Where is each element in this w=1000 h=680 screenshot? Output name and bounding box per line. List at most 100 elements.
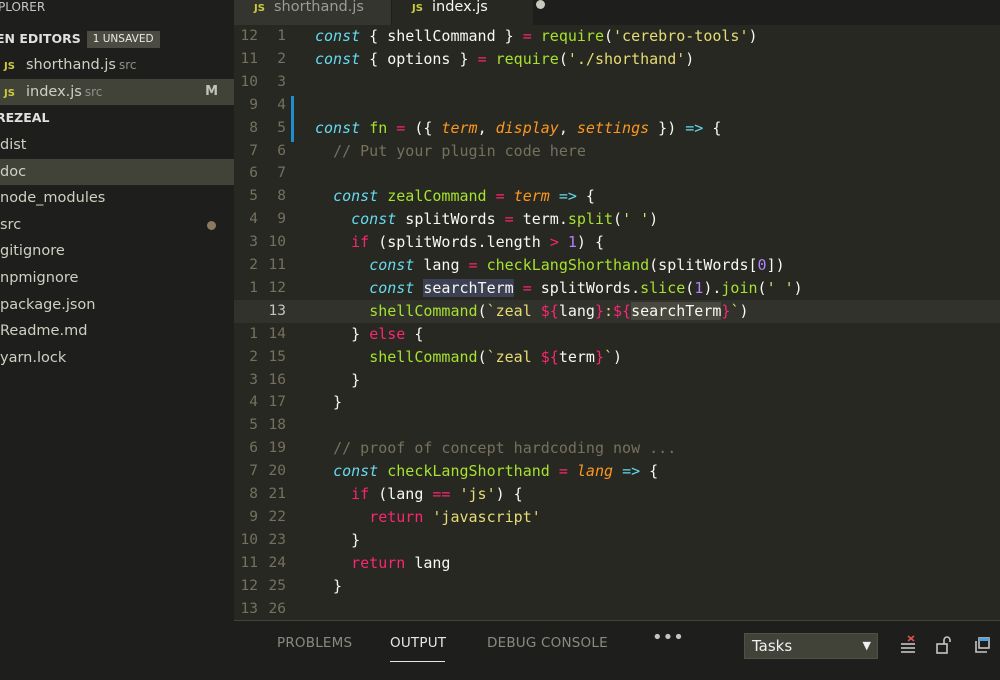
code-token: (: [613, 210, 623, 229]
file-name: npmignore: [0, 270, 79, 286]
code-line[interactable]: 12 1 const { shellCommand } = require('cer…: [234, 25, 1000, 48]
open-editor-item[interactable]: JS shorthand.js src: [0, 52, 234, 78]
clear-output-icon[interactable]: [898, 635, 918, 655]
code-token: return: [351, 553, 406, 572]
file-tree-item[interactable]: yarn.lock: [0, 345, 234, 371]
code-line[interactable]: 11 2 const { options } = require('./shorth…: [234, 48, 1000, 71]
line-number: 25: [268, 577, 286, 594]
code-token: (: [685, 278, 695, 297]
panel-tab[interactable]: DEBUG CONSOLE: [487, 635, 608, 651]
code-token: }: [315, 576, 343, 595]
code-line[interactable]: 2 15 shellCommand(`zeal ${term}`): [234, 346, 1000, 369]
code-token: =>: [558, 187, 577, 206]
open-editors-header[interactable]: EN EDITORS 1 UNSAVED: [0, 28, 160, 50]
unsaved-badge: 1 UNSAVED: [86, 31, 160, 48]
code-token: }): [649, 118, 686, 137]
line-number: 12: [268, 279, 286, 296]
relative-line-number: 6: [249, 165, 258, 182]
code-line[interactable]: 6 19 // proof of concept hardcoding now .…: [234, 437, 1000, 460]
code-line[interactable]: 8 5 const fn = ({ term, display, settings …: [234, 117, 1000, 140]
relative-line-number: 11: [240, 554, 258, 571]
code-line[interactable]: 1 14 } else {: [234, 323, 1000, 346]
file-tree-item[interactable]: dist: [0, 132, 234, 158]
file-tree-item[interactable]: doc: [0, 158, 234, 185]
code-token: ==: [432, 485, 451, 503]
code-line[interactable]: 13 26: [234, 598, 1000, 621]
bottom-panel: PROBLEMS OUTPUT DEBUG CONSOLE ••• Tasks ▼: [234, 620, 1000, 680]
code-text: if (lang == 'js') {: [315, 483, 523, 506]
code-line[interactable]: 11 24 return lang: [234, 552, 1000, 575]
code-line[interactable]: 4 9 const splitWords = term.split(' '): [234, 208, 1000, 231]
sidebar-title: PLORER: [0, 0, 46, 14]
relative-line-number: 6: [249, 440, 258, 457]
code-line[interactable]: 12 25 }: [234, 575, 1000, 598]
line-number: 1: [277, 28, 286, 44]
tab-label: shorthand.js: [274, 0, 364, 15]
code-token: ) {: [495, 485, 523, 503]
code-line[interactable]: 67: [234, 162, 1000, 185]
code-token: const: [369, 278, 415, 297]
code-line[interactable]: 13 shellCommand(`zeal ${lang}:${searchTe…: [234, 299, 1000, 323]
code-line[interactable]: 2 11 const lang = checkLangShorthand(spli…: [234, 254, 1000, 277]
code-line[interactable]: 10 23 }: [234, 529, 1000, 552]
panel-tab[interactable]: PROBLEMS: [277, 635, 352, 651]
file-tree-item[interactable]: package.json: [0, 292, 234, 318]
line-number: 4: [277, 96, 286, 113]
code-editor[interactable]: 12 1 const { shellCommand } = require('cer…: [234, 25, 1000, 620]
code-line[interactable]: 4 17 }: [234, 391, 1000, 414]
code-line[interactable]: 3 16 }: [234, 369, 1000, 392]
code-token: './shorthand': [567, 49, 686, 68]
code-line[interactable]: 10 3: [234, 71, 1000, 94]
code-token: searchTerm: [423, 278, 514, 297]
code-token: (: [477, 347, 487, 366]
file-tree-item[interactable]: Readme.md: [0, 318, 234, 344]
code-line[interactable]: 5 18: [234, 414, 1000, 437]
relative-line-number: 10: [240, 531, 258, 548]
active-panel-tab-indicator: [390, 661, 445, 662]
line-number: 5: [277, 119, 286, 136]
code-token: lang: [576, 462, 614, 481]
code-token: (: [757, 278, 767, 297]
code-token: const: [333, 462, 379, 481]
code-text: const fn = ({ term, display, settings })…: [315, 117, 721, 140]
modified-dot-icon: [207, 220, 216, 230]
code-line[interactable]: 7 20 const checkLangShorthand = lang => {: [234, 460, 1000, 483]
code-line[interactable]: 3 10 if (splitWords.length > 1) {: [234, 231, 1000, 254]
line-number: 21: [268, 486, 286, 502]
new-panel-icon[interactable]: [972, 635, 992, 655]
code-text: } else {: [315, 323, 423, 346]
code-token: else: [369, 324, 406, 343]
file-tree-item[interactable]: node_modules: [0, 185, 234, 211]
open-editor-item[interactable]: JS index.js src M: [0, 79, 234, 105]
unsaved-dot-icon[interactable]: [535, 0, 545, 9]
lock-scroll-icon[interactable]: [934, 635, 954, 655]
code-token: shellCommand: [369, 301, 478, 320]
editor-tab[interactable]: JS index.js: [392, 0, 545, 25]
code-line[interactable]: 94: [234, 94, 1000, 117]
code-line[interactable]: 1 12 const searchTerm = splitWords.slice(…: [234, 277, 1000, 300]
code-line[interactable]: 7 6 // Put your plugin code here: [234, 140, 1000, 163]
output-channel-select[interactable]: Tasks ▼: [744, 633, 878, 659]
file-tree-item[interactable]: gitignore: [0, 238, 234, 264]
js-file-icon: JS: [412, 3, 423, 14]
editor-tab[interactable]: JS shorthand.js: [234, 0, 391, 25]
code-token: ): [649, 210, 659, 229]
file-tree-item[interactable]: npmignore: [0, 265, 234, 291]
code-token: =>: [685, 118, 704, 137]
code-token: }: [315, 324, 370, 343]
file-tree-item[interactable]: src: [0, 212, 234, 238]
panel-tab[interactable]: OUTPUT: [390, 635, 446, 651]
code-line[interactable]: 5 8 const zealCommand = term => {: [234, 185, 1000, 208]
code-token: split: [567, 210, 614, 229]
code-text: // proof of concept hardcoding now ...: [315, 437, 676, 460]
code-token: const: [315, 118, 361, 137]
code-line[interactable]: 8 21 if (lang == 'js') {: [234, 483, 1000, 506]
code-text: }: [315, 575, 342, 598]
code-line[interactable]: 9 22 return 'javascript': [234, 506, 1000, 529]
file-name: dist: [0, 137, 27, 153]
more-actions-icon[interactable]: •••: [652, 627, 684, 648]
project-folder-header[interactable]: REZEAL: [0, 107, 49, 129]
code-token: >: [549, 233, 559, 252]
